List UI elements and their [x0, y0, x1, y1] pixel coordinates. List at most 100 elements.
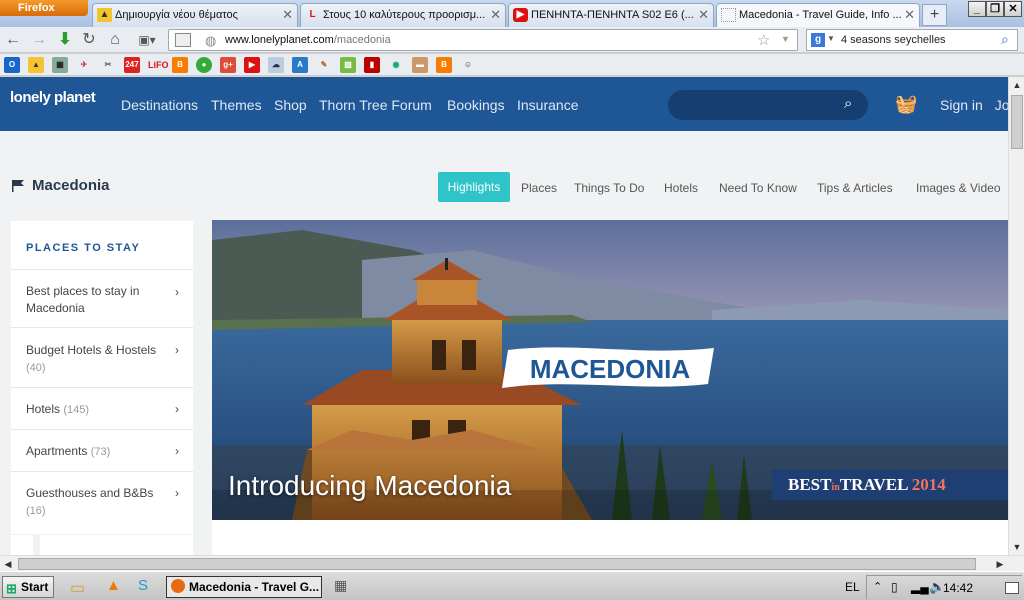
browser-tab-4-active[interactable]: Macedonia - Travel Guide, Info ... ✕	[716, 3, 920, 27]
network-signal-icon[interactable]: ▂▄	[911, 580, 929, 594]
scroll-down-arrow-icon[interactable]: ▼	[1009, 539, 1024, 555]
firefox-menu-button[interactable]: Firefox	[0, 0, 88, 16]
show-hidden-icons-icon[interactable]: ⌃	[873, 580, 882, 593]
sidebar-item-best-places[interactable]: Best places to stay in Macedonia ›	[11, 269, 193, 327]
home-icon[interactable]: ⌂	[106, 31, 124, 49]
book-bookmark-icon[interactable]: ▮	[364, 57, 380, 73]
engine-dropdown-icon[interactable]: ▼	[827, 34, 835, 43]
close-window-button[interactable]: ✕	[1004, 1, 1022, 17]
bird-bookmark-icon[interactable]: ✈	[76, 57, 92, 73]
taskbar-firefox-window[interactable]: Macedonia - Travel G...	[166, 576, 322, 598]
tab-places[interactable]: Places	[521, 181, 557, 195]
search-icon[interactable]: ⌕	[1001, 31, 1009, 48]
forum-bookmark-icon[interactable]: ▲	[28, 57, 44, 73]
site-search-input[interactable]: ⌕	[668, 90, 868, 120]
tab-need-to-know[interactable]: Need To Know	[719, 181, 797, 195]
smiley-bookmark-icon[interactable]: ☺	[460, 57, 476, 73]
usb-icon[interactable]: ▯	[891, 580, 898, 594]
basket-icon[interactable]: 🧺	[895, 94, 919, 114]
landscape-bookmark-icon[interactable]: ▬	[412, 57, 428, 73]
photo-bookmark-icon[interactable]: ▦	[52, 57, 68, 73]
search-input[interactable]: 4 seasons seychelles	[841, 34, 946, 46]
clock[interactable]: 14:42	[943, 581, 973, 595]
close-tab-icon[interactable]: ✕	[282, 4, 293, 26]
back-arrow-icon[interactable]: ←	[4, 31, 22, 49]
globe-bookmark-icon[interactable]: ◉	[388, 57, 404, 73]
places-to-stay-heading: PLACES TO STAY	[26, 242, 141, 254]
outlook-bookmark-icon[interactable]: O	[4, 57, 20, 73]
signin-link[interactable]: Sign in	[940, 97, 983, 113]
tab-hotels[interactable]: Hotels	[664, 181, 698, 195]
vlc-icon[interactable]: ▲	[106, 577, 121, 594]
google-icon[interactable]: g	[811, 33, 825, 47]
download-arrow-icon[interactable]: ⬇	[56, 31, 74, 49]
sidebar-item-hotels[interactable]: Hotels (145) ›	[11, 387, 193, 429]
tab-highlights[interactable]: Highlights	[438, 172, 510, 202]
blogger2-bookmark-icon[interactable]: B	[436, 57, 452, 73]
googleplus-bookmark-icon[interactable]: g+	[220, 57, 236, 73]
youtube-bookmark-icon[interactable]: ▶	[244, 57, 260, 73]
tab-title: ΠΕΝΗΝΤΑ-ΠΕΝΗΝΤΑ S02 E6 (...	[531, 9, 694, 21]
nav-insurance[interactable]: Insurance	[517, 97, 578, 113]
tool-bookmark-icon[interactable]: ✂	[100, 57, 116, 73]
forward-arrow-icon[interactable]: →	[30, 31, 48, 49]
sidebar-item-apartments[interactable]: Apartments (73) ›	[11, 429, 193, 471]
news247-bookmark-icon[interactable]: 247	[124, 57, 140, 73]
browser-tab-3[interactable]: ▶ ΠΕΝΗΝΤΑ-ΠΕΝΗΝΤΑ S02 E6 (... ✕	[508, 3, 714, 27]
show-desktop-icon[interactable]	[1005, 582, 1019, 594]
close-tab-icon[interactable]: ✕	[698, 4, 709, 26]
best-in-travel-badge[interactable]: BESTinTRAVEL 2014	[772, 470, 1008, 500]
tab-title: Macedonia - Travel Guide, Info ...	[739, 9, 902, 21]
chevron-right-icon: ›	[175, 343, 179, 357]
blogger-bookmark-icon[interactable]: B	[172, 57, 188, 73]
scroll-left-arrow-icon[interactable]: ◀	[0, 556, 16, 572]
nav-bookings[interactable]: Bookings	[447, 97, 505, 113]
skype-icon[interactable]: S	[138, 577, 148, 594]
close-tab-icon[interactable]: ✕	[490, 4, 501, 26]
bookmarks-menu-icon[interactable]: ▣▾	[134, 31, 160, 49]
hero-image[interactable]: MACEDONIA Introducing Macedonia BESTinTR…	[212, 220, 1008, 520]
new-tab-button[interactable]: +	[922, 4, 947, 26]
horizontal-scrollbar[interactable]: ◀ ▶	[0, 555, 1024, 571]
tab-tips-articles[interactable]: Tips & Articles	[817, 181, 893, 195]
address-bar[interactable]: ◍ www.lonelyplanet.com/macedonia ☆ ▼	[168, 29, 798, 51]
nav-destinations[interactable]: Destinations	[121, 97, 198, 113]
join-link[interactable]: Join	[995, 97, 1008, 113]
page-info-icon[interactable]	[175, 33, 191, 47]
picasa-bookmark-icon[interactable]: ●	[196, 57, 212, 73]
lifo-bookmark-icon[interactable]: LiFO	[148, 57, 169, 73]
tab-title: Δημιουργία νέου θέματος	[115, 9, 238, 21]
restore-window-button[interactable]: ❐	[986, 1, 1004, 17]
vertical-scrollbar[interactable]: ▲ ▼	[1008, 77, 1024, 555]
translate-bookmark-icon[interactable]: A	[292, 57, 308, 73]
url-dropdown-icon[interactable]: ▼	[781, 34, 790, 44]
start-button[interactable]: ⊞ Start	[2, 576, 54, 598]
horizontal-scroll-thumb[interactable]	[18, 558, 976, 570]
map-bookmark-icon[interactable]: ▧	[340, 57, 356, 73]
nav-thorn-tree-forum[interactable]: Thorn Tree Forum	[319, 97, 432, 113]
folder-icon[interactable]: ▭	[70, 578, 85, 598]
sidebar-item-guesthouses[interactable]: Guesthouses and B&Bs (16) ›	[11, 471, 193, 531]
scroll-right-arrow-icon[interactable]: ▶	[992, 556, 1008, 572]
brush-bookmark-icon[interactable]: ✎	[316, 57, 332, 73]
sidebar-item-budget[interactable]: Budget Hotels & Hostels (40) ›	[11, 327, 193, 387]
search-icon[interactable]: ⌕	[844, 95, 852, 112]
url-text[interactable]: www.lonelyplanet.com/macedonia	[225, 34, 391, 46]
nav-shop[interactable]: Shop	[274, 97, 307, 113]
reload-icon[interactable]: ↻	[80, 31, 98, 49]
language-indicator[interactable]: EL	[845, 580, 860, 594]
browser-tab-1[interactable]: ▲ Δημιουργία νέου θέματος ✕	[92, 3, 298, 27]
tab-images-video[interactable]: Images & Video	[916, 181, 1001, 195]
tab-things-to-do[interactable]: Things To Do	[574, 181, 644, 195]
app-icon[interactable]: ▦	[334, 577, 347, 594]
minimize-window-button[interactable]: _	[968, 1, 986, 17]
search-engine-box[interactable]: g ▼ 4 seasons seychelles ⌕	[806, 29, 1018, 51]
scroll-up-arrow-icon[interactable]: ▲	[1009, 77, 1024, 93]
lonely-planet-logo[interactable]: lonely planet	[10, 89, 96, 106]
vertical-scroll-thumb[interactable]	[1011, 95, 1023, 149]
browser-tab-2[interactable]: L Στους 10 καλύτερους προορισμ... ✕	[300, 3, 506, 27]
nav-themes[interactable]: Themes	[211, 97, 262, 113]
bookmark-star-icon[interactable]: ☆	[757, 31, 770, 49]
close-tab-icon[interactable]: ✕	[904, 4, 915, 26]
weather-bookmark-icon[interactable]: ☁	[268, 57, 284, 73]
